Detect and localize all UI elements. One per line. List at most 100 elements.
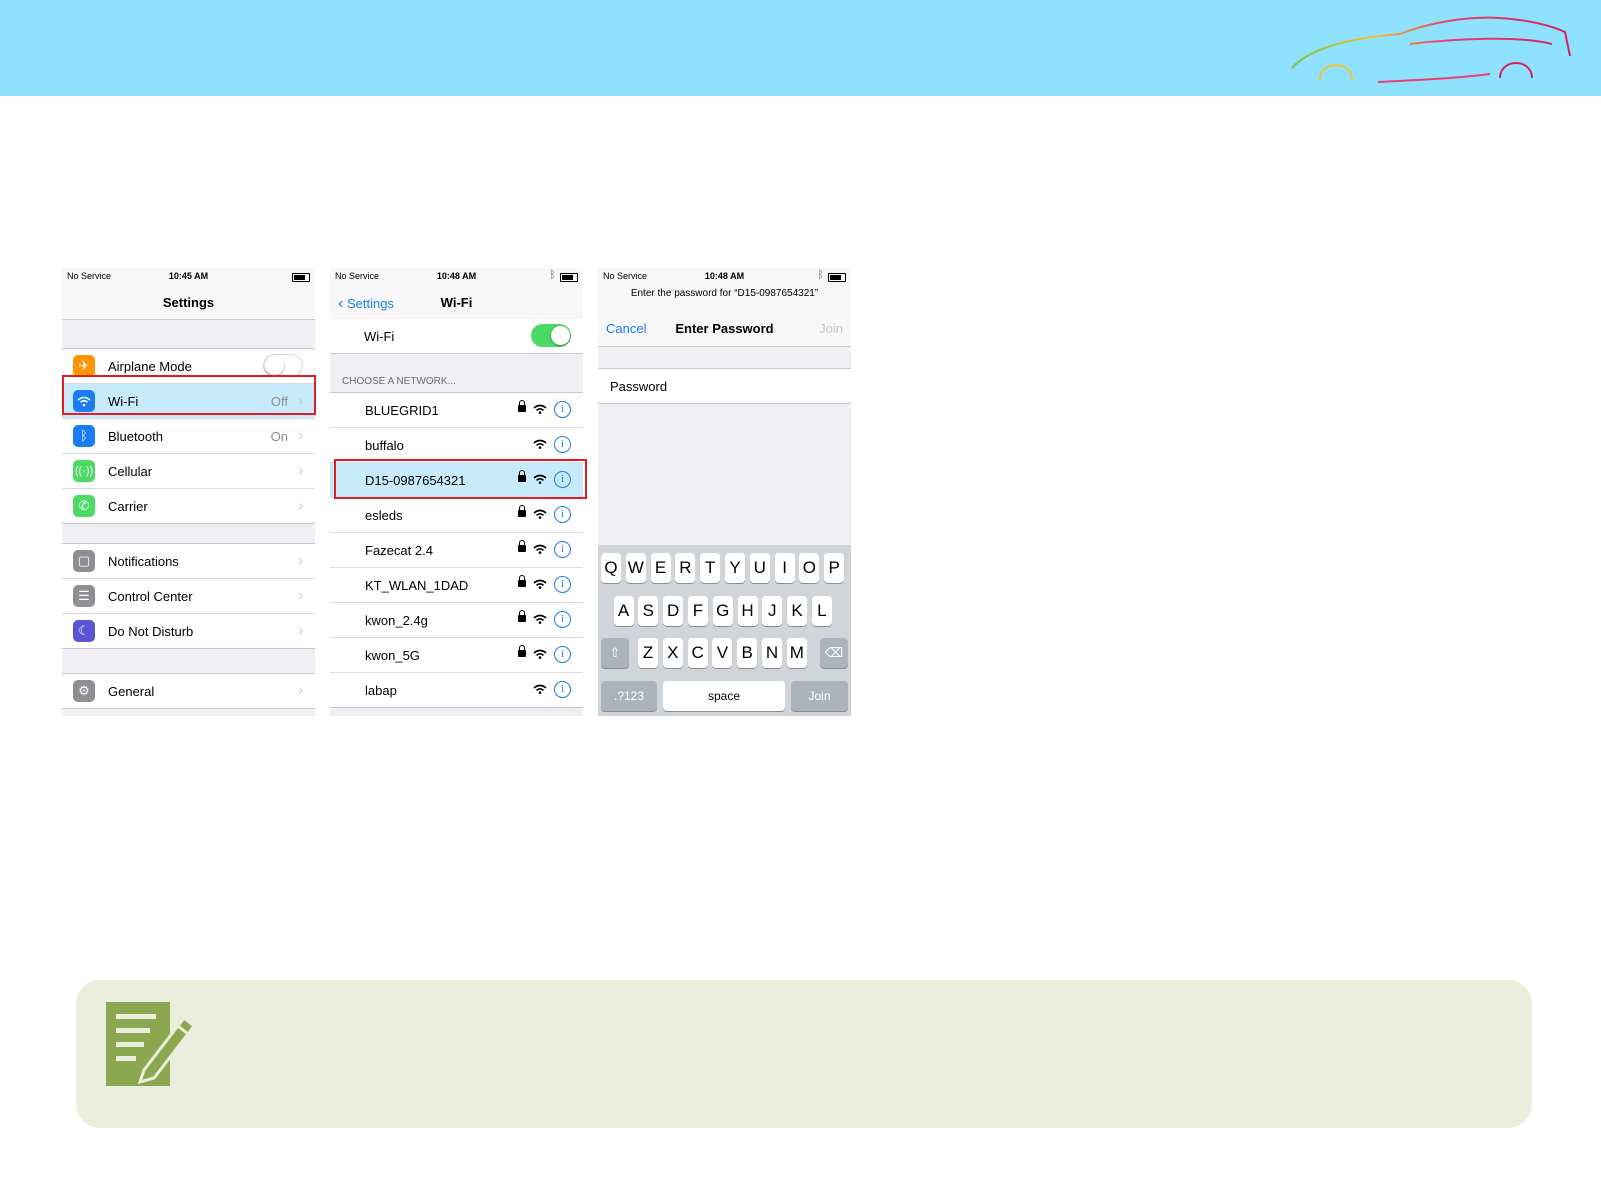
settings-row-control-center[interactable]: ☰ Control Center › [62, 579, 315, 614]
info-icon[interactable]: i [554, 401, 571, 418]
settings-row-do-not-disturb[interactable]: ☾ Do Not Disturb › [62, 614, 315, 648]
key-r[interactable]: R [675, 553, 696, 583]
keyboard-join-key[interactable]: Join [791, 681, 848, 711]
key-c[interactable]: C [687, 638, 708, 668]
wifi-signal-icon [533, 439, 547, 449]
battery-icon [560, 273, 578, 282]
password-field[interactable]: Password [598, 368, 851, 404]
network-row[interactable]: esleds i [330, 498, 583, 533]
key-q[interactable]: Q [601, 553, 621, 583]
key-a[interactable]: A [613, 596, 634, 626]
key-u[interactable]: U [749, 553, 770, 583]
wifi-toggle[interactable] [531, 324, 571, 347]
wifi-signal-icon [533, 404, 547, 414]
info-icon[interactable]: i [554, 646, 571, 663]
info-icon[interactable]: i [554, 506, 571, 523]
phone-icon: ✆ [73, 495, 95, 517]
airplane-mode-toggle[interactable] [263, 354, 303, 377]
network-highlight-box [334, 459, 587, 499]
wifi-signal-icon [533, 509, 547, 519]
wifi-label: Wi-Fi [364, 329, 395, 344]
settings-screen: No Service 10:45 AM Settings ✈ Airplane … [62, 268, 315, 716]
key-p[interactable]: P [824, 553, 845, 583]
wifi-signal-icon [533, 614, 547, 624]
settings-row-carrier[interactable]: ✆ Carrier › [62, 489, 315, 523]
wifi-highlight-box [62, 375, 316, 415]
wifi-navbar: ‹ Settings Wi-Fi [330, 284, 583, 320]
settings-row-notifications[interactable]: ▢ Notifications › [62, 544, 315, 579]
key-i[interactable]: I [774, 553, 795, 583]
wifi-signal-icon [533, 684, 547, 694]
gear-icon: ⚙ [73, 680, 95, 702]
info-icon[interactable]: i [554, 436, 571, 453]
key-e[interactable]: E [650, 553, 671, 583]
network-row[interactable]: kwon_5G i [330, 638, 583, 673]
delete-key[interactable]: ⌫ [820, 638, 848, 668]
section-header: CHOOSE A NETWORK... [342, 376, 456, 387]
network-row[interactable]: labap i [330, 673, 583, 707]
bluetooth-icon: ᛒ [73, 425, 95, 447]
key-o[interactable]: O [799, 553, 820, 583]
key-m[interactable]: M [786, 638, 807, 668]
settings-row-cellular[interactable]: ((·)) Cellular › [62, 454, 315, 489]
join-button[interactable]: Join [819, 321, 843, 336]
key-z[interactable]: Z [638, 638, 658, 668]
key-b[interactable]: B [737, 638, 758, 668]
password-screen: No Service 10:48 AM ᛒ Enter the password… [598, 268, 851, 716]
key-y[interactable]: Y [725, 553, 745, 583]
moon-icon: ☾ [73, 620, 95, 642]
shift-key[interactable]: ⇧ [601, 638, 629, 668]
note-box [76, 980, 1532, 1128]
settings-row-general[interactable]: ⚙ General › [62, 674, 315, 708]
wifi-signal-icon [533, 544, 547, 554]
info-icon[interactable]: i [554, 611, 571, 628]
backspace-icon: ⌫ [824, 645, 844, 660]
key-t[interactable]: T [700, 553, 721, 583]
status-time: 10:48 AM [704, 271, 745, 281]
network-name: esleds [365, 508, 403, 523]
settings-row-bluetooth[interactable]: ᛒ Bluetooth On › [62, 419, 315, 454]
key-w[interactable]: W [625, 553, 646, 583]
shift-icon: ⇧ [609, 645, 621, 660]
network-name: buffalo [365, 438, 404, 453]
lock-icon [518, 400, 526, 412]
space-key[interactable]: space [663, 681, 785, 711]
key-v[interactable]: V [712, 638, 733, 668]
key-f[interactable]: F [687, 596, 708, 626]
network-name: kwon_5G [365, 648, 420, 663]
info-icon[interactable]: i [554, 681, 571, 698]
key-s[interactable]: S [638, 596, 659, 626]
note-edit-icon [106, 1002, 196, 1086]
chevron-right-icon: › [298, 497, 303, 513]
key-x[interactable]: X [662, 638, 683, 668]
key-d[interactable]: D [663, 596, 684, 626]
control-center-icon: ☰ [73, 585, 95, 607]
key-j[interactable]: J [762, 596, 783, 626]
key-g[interactable]: G [712, 596, 733, 626]
numbers-key[interactable]: .?123 [601, 681, 657, 711]
network-row[interactable]: BLUEGRID1 i [330, 393, 583, 428]
network-name: Fazecat 2.4 [365, 543, 433, 558]
car-logo-icon [1291, 16, 1571, 83]
network-row[interactable]: buffalo i [330, 428, 583, 463]
status-bar: No Service 10:48 AM ᛒ [330, 268, 583, 284]
network-row[interactable]: Fazecat 2.4 i [330, 533, 583, 568]
row-value: On [270, 429, 288, 444]
key-k[interactable]: K [787, 596, 808, 626]
settings-group-general: ⚙ General › [62, 673, 315, 709]
network-row[interactable]: KT_WLAN_1DAD i [330, 568, 583, 603]
info-icon[interactable]: i [554, 541, 571, 558]
network-row[interactable]: kwon_2.4g i [330, 603, 583, 638]
chevron-right-icon: › [298, 462, 303, 478]
network-name: labap [365, 683, 397, 698]
info-icon[interactable]: i [554, 576, 571, 593]
wifi-toggle-row: Wi-Fi [330, 319, 583, 353]
key-h[interactable]: H [737, 596, 758, 626]
status-time: 10:45 AM [168, 271, 209, 281]
status-time: 10:48 AM [436, 271, 477, 281]
key-l[interactable]: L [811, 596, 832, 626]
airplane-icon: ✈ [73, 355, 95, 377]
cellular-icon: ((·)) [73, 460, 95, 482]
password-prompt: Enter the password for “D15-0987654321” [630, 288, 819, 299]
key-n[interactable]: N [762, 638, 782, 668]
